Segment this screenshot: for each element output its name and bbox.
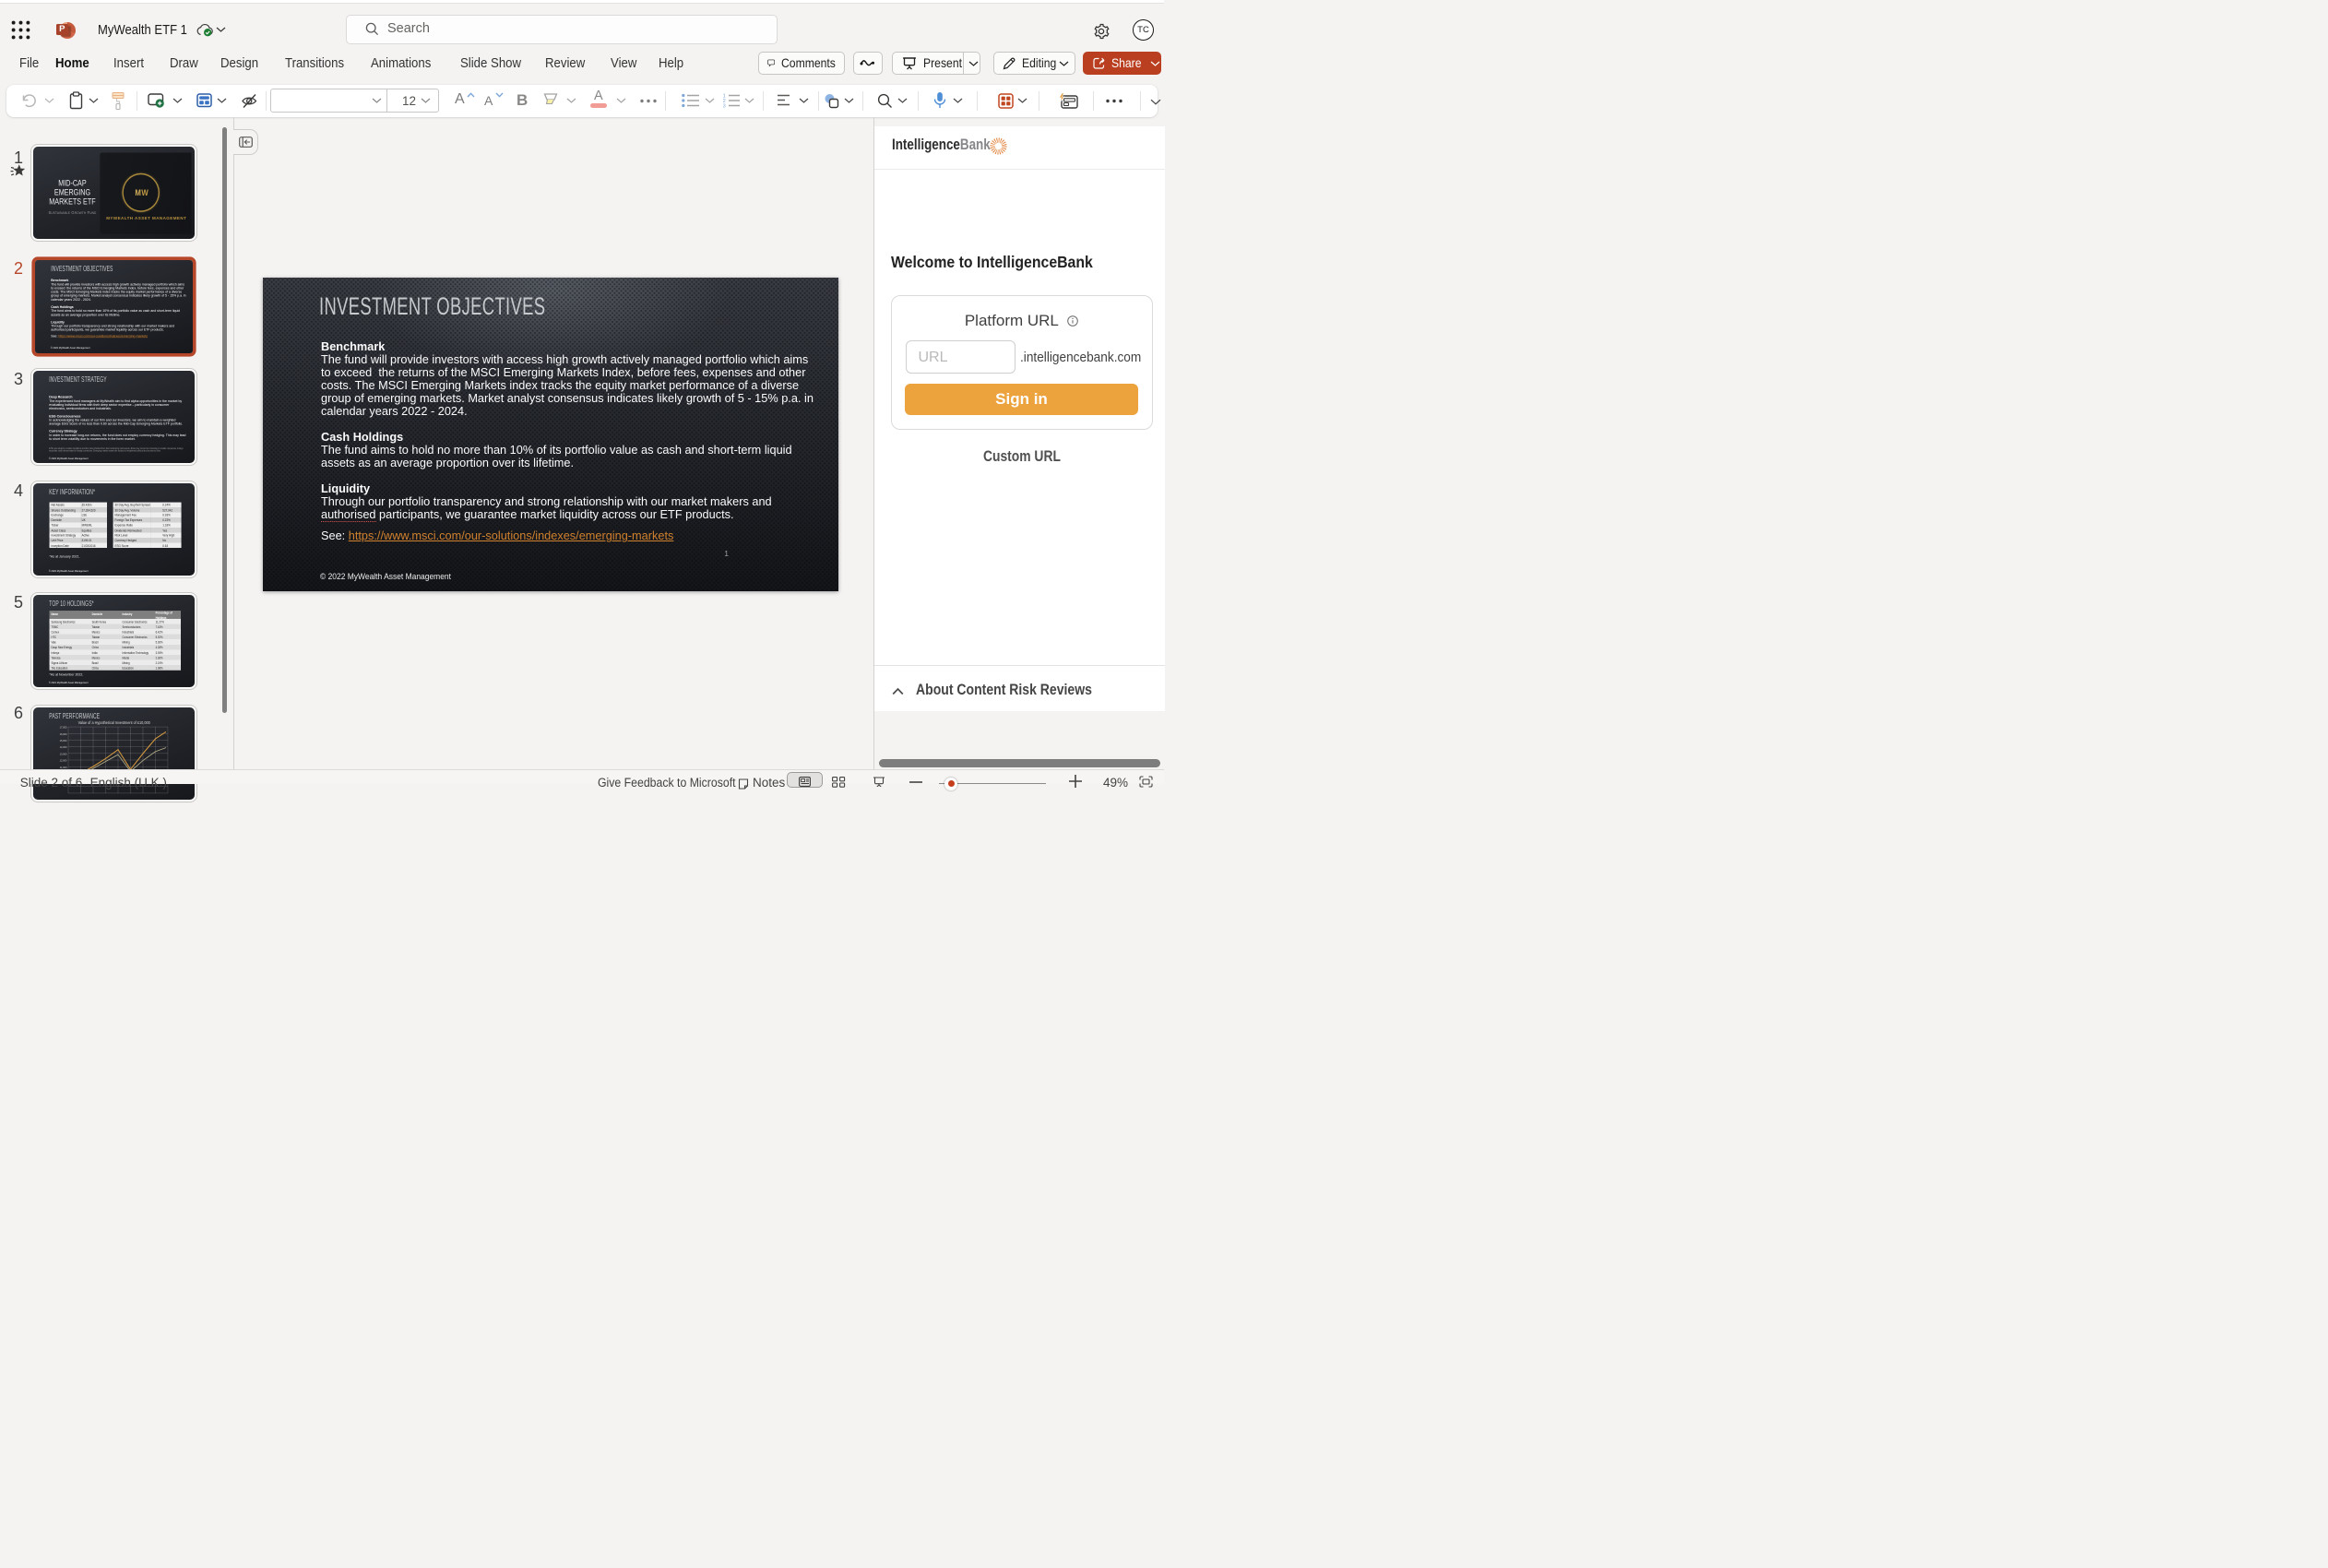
svg-text:12,000: 12,000 <box>60 758 67 762</box>
svg-text:17,000: 17,000 <box>60 725 67 729</box>
svg-text:15,000: 15,000 <box>60 738 67 742</box>
svg-text:14,000: 14,000 <box>60 745 67 749</box>
svg-text:3: 3 <box>723 103 726 107</box>
svg-text:16,000: 16,000 <box>60 731 67 735</box>
svg-text:13,000: 13,000 <box>60 752 67 755</box>
